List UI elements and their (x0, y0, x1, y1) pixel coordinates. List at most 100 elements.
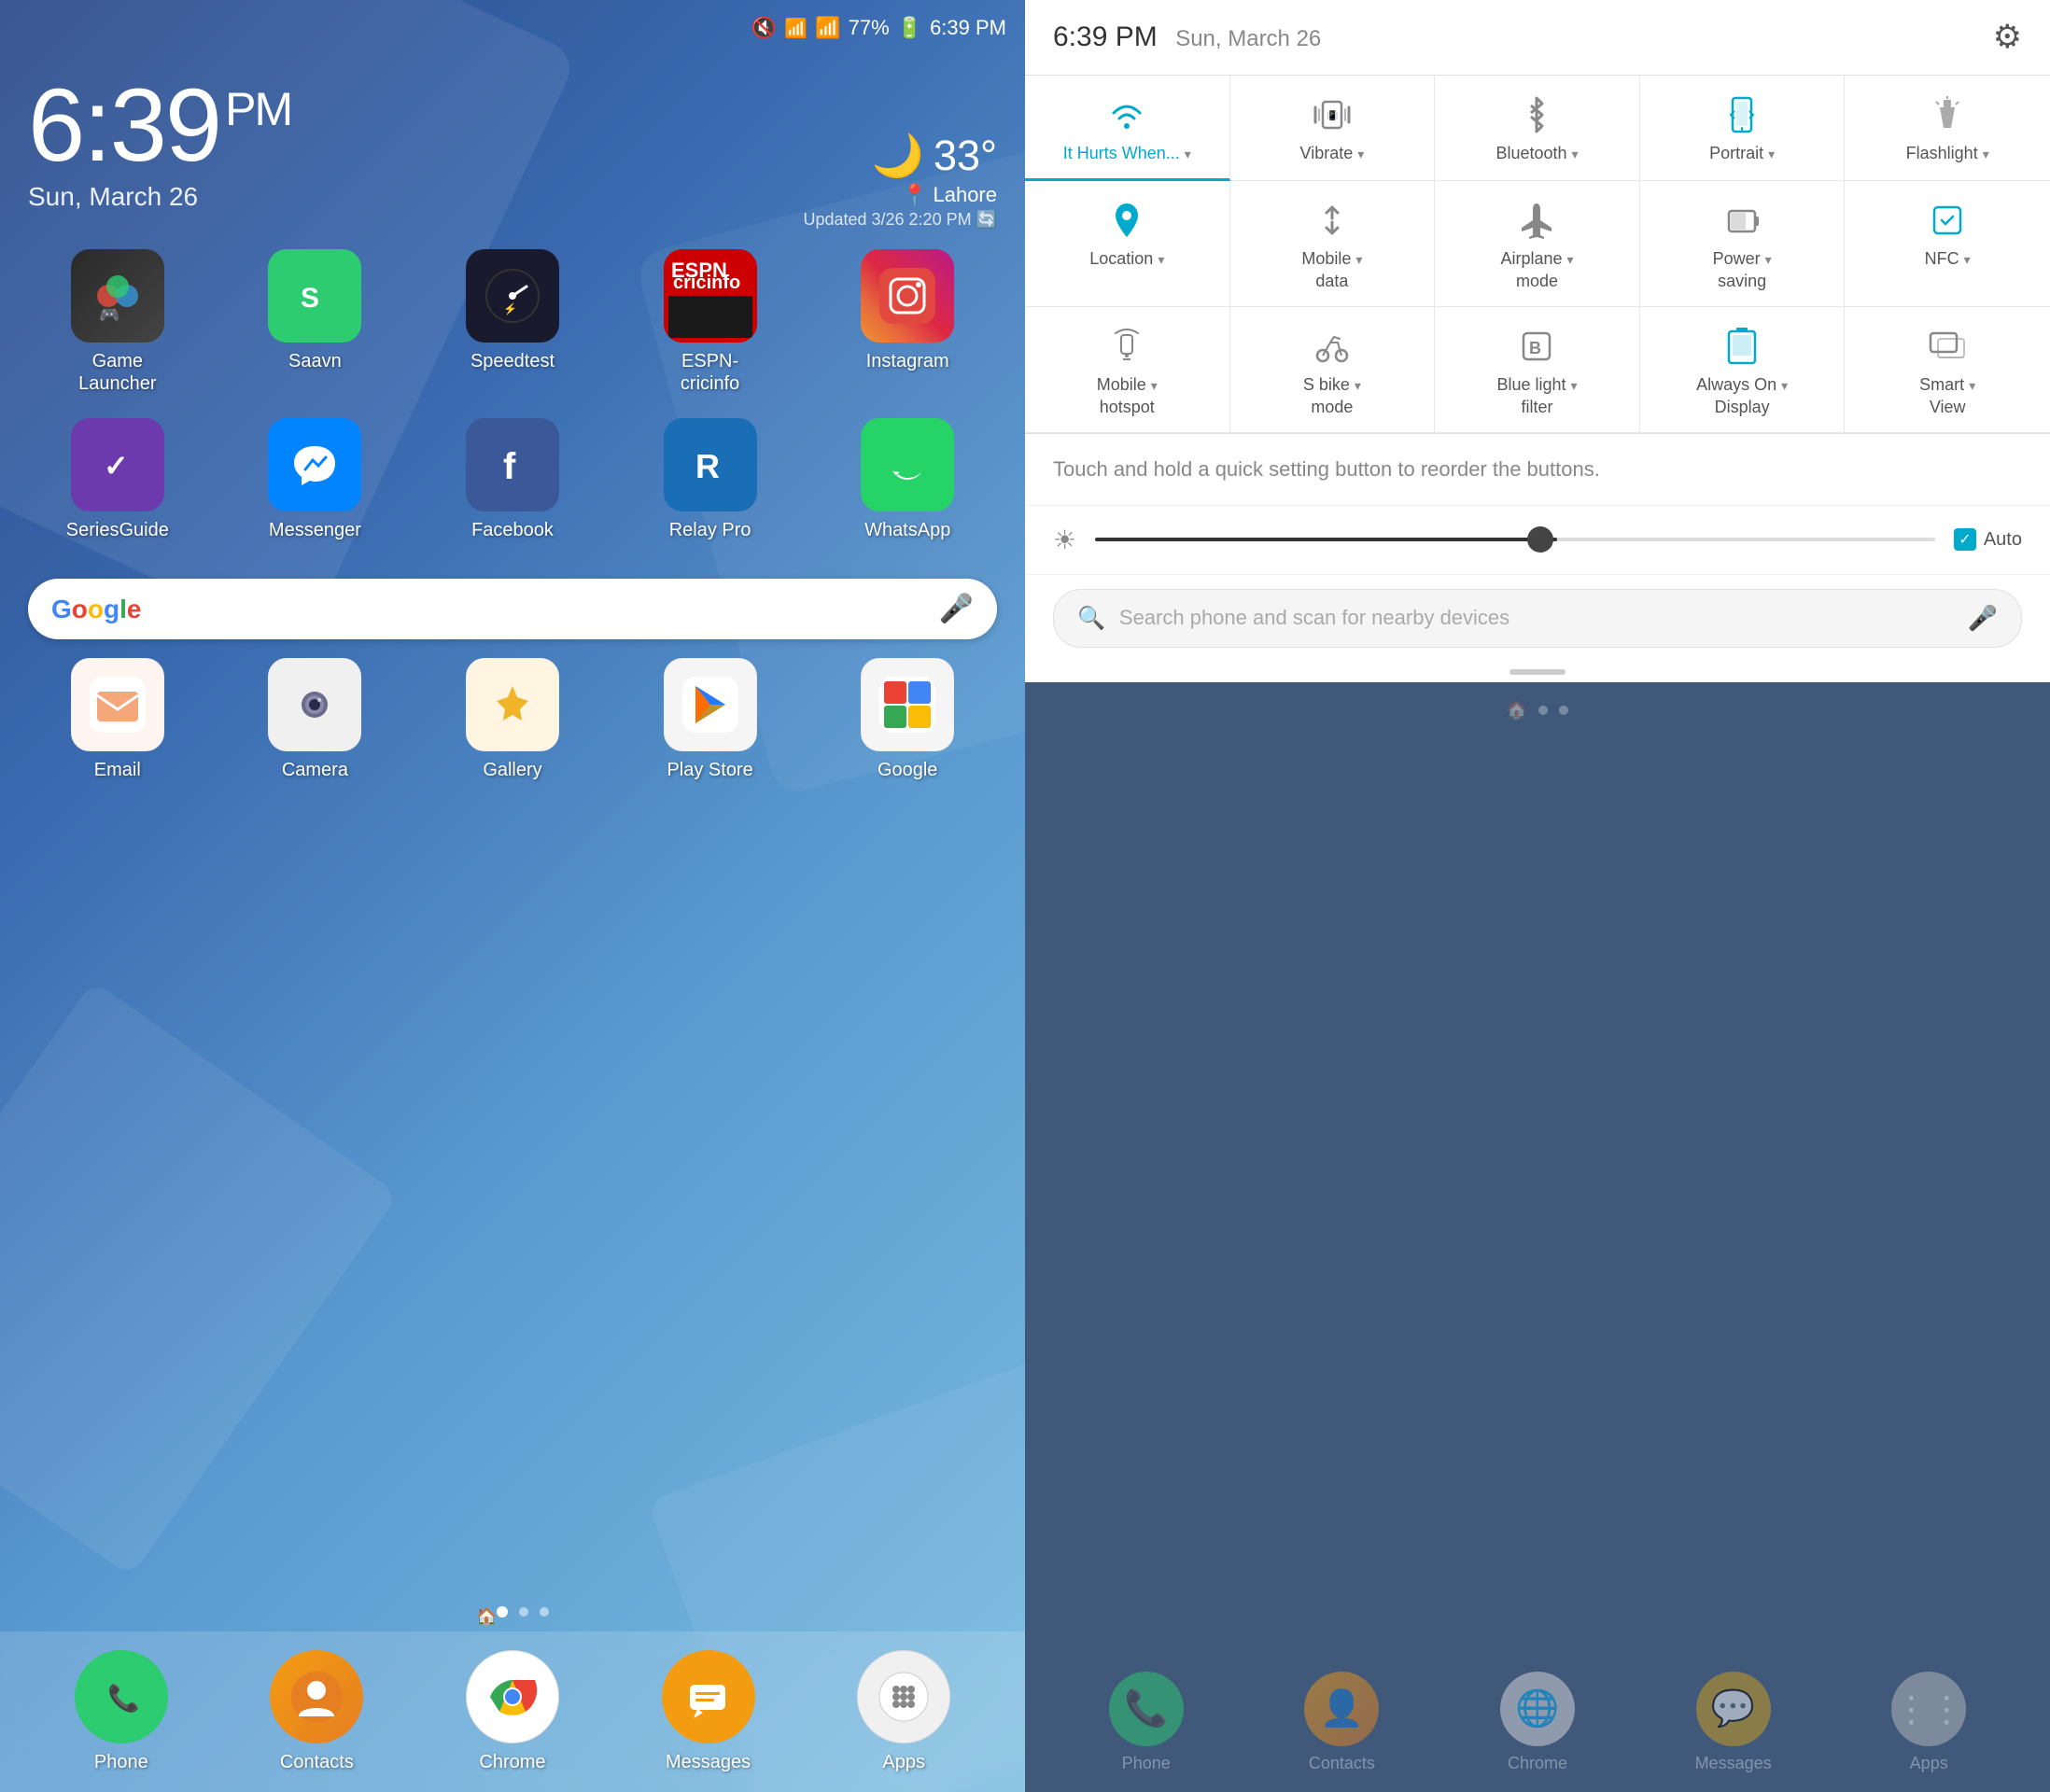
qs-power-saving[interactable]: Power ▾saving (1640, 181, 1846, 307)
app-whatsapp[interactable]: WhatsApp (818, 418, 997, 541)
shade-time: 6:39 PM (1053, 21, 1158, 52)
shade-date: Sun, March 26 (1175, 26, 1321, 51)
blue-light-qs-icon: B (1516, 326, 1557, 367)
dimmed-chrome-label: Chrome (1508, 1754, 1567, 1773)
espn-label: ESPN-cricinfo (681, 350, 739, 395)
game-launcher-icon: 🎮 (71, 249, 164, 343)
app-play-store[interactable]: Play Store (621, 658, 800, 781)
app-seriesguide[interactable]: ✓ SeriesGuide (28, 418, 207, 541)
app-facebook[interactable]: f Facebook (423, 418, 602, 541)
google-search-bar[interactable]: Google 🎤 (28, 579, 997, 639)
svg-text:📞: 📞 (107, 1681, 140, 1714)
brightness-slider[interactable] (1095, 538, 1935, 541)
qs-mobile-data-label: Mobile ▾data (1301, 248, 1362, 292)
camera-label: Camera (282, 759, 348, 781)
qs-vibrate[interactable]: 📳 Vibrate ▾ (1230, 76, 1436, 181)
dimmed-contacts-icon: 👤 (1304, 1672, 1379, 1746)
app-instagram[interactable]: Instagram (818, 249, 997, 395)
clock-widget: 6:39PM Sun, March 26 🌙 33° 📍 Lahore Upda… (0, 56, 1025, 231)
weather-widget: 🌙 33° 📍 Lahore Updated 3/26 2:20 PM 🔄 (803, 131, 997, 230)
shade-search-bar[interactable]: 🔍 Search phone and scan for nearby devic… (1053, 589, 2022, 648)
messenger-label: Messenger (269, 519, 361, 541)
dimmed-messages-label: Messages (1695, 1754, 1772, 1773)
qs-portrait[interactable]: Portrait ▾ (1640, 76, 1846, 181)
seriesguide-icon: ✓ (71, 418, 164, 511)
app-saavn[interactable]: S Saavn (226, 249, 405, 395)
app-messenger[interactable]: Messenger (226, 418, 405, 541)
shade-header: 6:39 PM Sun, March 26 ⚙ (1025, 0, 2050, 76)
qs-mobile-data[interactable]: Mobile ▾data (1230, 181, 1436, 307)
qs-nfc[interactable]: NFC ▾ (1845, 181, 2050, 307)
app-game-launcher[interactable]: 🎮 GameLauncher (28, 249, 207, 395)
app-google[interactable]: Google (818, 658, 997, 781)
qs-wifi[interactable]: It Hurts When... ▾ (1025, 76, 1230, 181)
svg-text:B: B (1529, 339, 1541, 357)
status-icons: 🔇 📶 📶 77% 🔋 6:39 PM (751, 16, 1006, 40)
mic-icon[interactable]: 🎤 (939, 593, 974, 625)
facebook-label: Facebook (471, 519, 554, 541)
always-on-qs-icon (1721, 326, 1762, 367)
qs-airplane[interactable]: Airplane ▾mode (1435, 181, 1640, 307)
camera-icon (268, 658, 361, 751)
svg-text:f: f (503, 446, 516, 487)
temperature: 33° (934, 132, 997, 180)
relay-pro-icon: R (664, 418, 757, 511)
location-qs-icon (1106, 200, 1147, 241)
qs-location[interactable]: Location ▾ (1025, 181, 1230, 307)
hint-text: Touch and hold a quick setting button to… (1025, 434, 2050, 506)
svg-text:S: S (301, 283, 319, 314)
play-store-label: Play Store (667, 759, 752, 781)
seriesguide-label: SeriesGuide (66, 519, 169, 541)
settings-icon[interactable]: ⚙ (1993, 19, 2022, 56)
dock-chrome[interactable]: Chrome (419, 1650, 606, 1773)
svg-text:🎮: 🎮 (99, 305, 119, 324)
notification-shade: 6:39 PM Sun, March 26 ⚙ It Hurts When...… (1025, 0, 2050, 1792)
dimmed-phone-icon: 📞 (1109, 1672, 1184, 1746)
app-gallery[interactable]: Gallery (423, 658, 602, 781)
app-speedtest[interactable]: ⚡ Speedtest (423, 249, 602, 395)
qs-portrait-label: Portrait ▾ (1709, 143, 1775, 164)
dock-messages[interactable]: Messages (615, 1650, 802, 1773)
espn-icon: cricinfoESPN (664, 249, 757, 343)
dock-phone[interactable]: 📞 Phone (28, 1650, 215, 1773)
qs-mobile-hotspot[interactable]: Mobile ▾hotspot (1025, 307, 1230, 433)
chrome-label: Chrome (479, 1751, 545, 1773)
dimmed-phone-label: Phone (1122, 1754, 1171, 1773)
moon-icon: 🌙 (872, 131, 924, 180)
apps-label: Apps (882, 1751, 925, 1773)
qs-bluetooth[interactable]: Bluetooth ▾ (1435, 76, 1640, 181)
drag-handle (1509, 669, 1566, 675)
vibrate-qs-icon: 📳 (1312, 94, 1353, 135)
app-camera[interactable]: Camera (226, 658, 405, 781)
nfc-qs-icon (1927, 200, 1968, 241)
dimmed-phone: 📞 Phone (1053, 1672, 1240, 1773)
auto-checkbox[interactable]: ✓ (1954, 528, 1976, 551)
mic-shade-icon[interactable]: 🎤 (1968, 604, 1998, 633)
battery-percent: 77% (849, 16, 890, 40)
whatsapp-label: WhatsApp (864, 519, 950, 541)
dimmed-messages: 💬 Messages (1640, 1672, 1827, 1773)
dimmed-apps-label: Apps (1910, 1754, 1948, 1773)
dock-apps[interactable]: Apps (810, 1650, 997, 1773)
status-bar: 🔇 📶 📶 77% 🔋 6:39 PM (0, 0, 1025, 56)
contacts-icon (270, 1650, 363, 1743)
qs-flashlight[interactable]: Flashlight ▾ (1845, 76, 2050, 181)
page-dots: 🏠 (0, 1592, 1025, 1631)
qs-smart-view[interactable]: Smart ▾View (1845, 307, 2050, 433)
phone-label: Phone (94, 1751, 148, 1773)
smart-view-qs-icon (1927, 326, 1968, 367)
app-espn[interactable]: cricinfoESPN ESPN-cricinfo (621, 249, 800, 395)
qs-blue-light[interactable]: B Blue light ▾filter (1435, 307, 1640, 433)
qs-s-bike[interactable]: S bike ▾mode (1230, 307, 1436, 433)
app-email[interactable]: Email (28, 658, 207, 781)
app-relay-pro[interactable]: R Relay Pro (621, 418, 800, 541)
airplane-qs-icon (1516, 200, 1557, 241)
contacts-label: Contacts (280, 1751, 354, 1773)
chrome-icon (466, 1650, 559, 1743)
brightness-row: ☀ ✓ Auto (1025, 506, 2050, 575)
dock-contacts[interactable]: Contacts (224, 1650, 411, 1773)
speedtest-icon: ⚡ (466, 249, 559, 343)
s-bike-qs-icon (1312, 326, 1353, 367)
bottom-section: 🏠 📞 Phone Contacts Chr (0, 1592, 1025, 1792)
qs-always-on[interactable]: Always On ▾Display (1640, 307, 1846, 433)
